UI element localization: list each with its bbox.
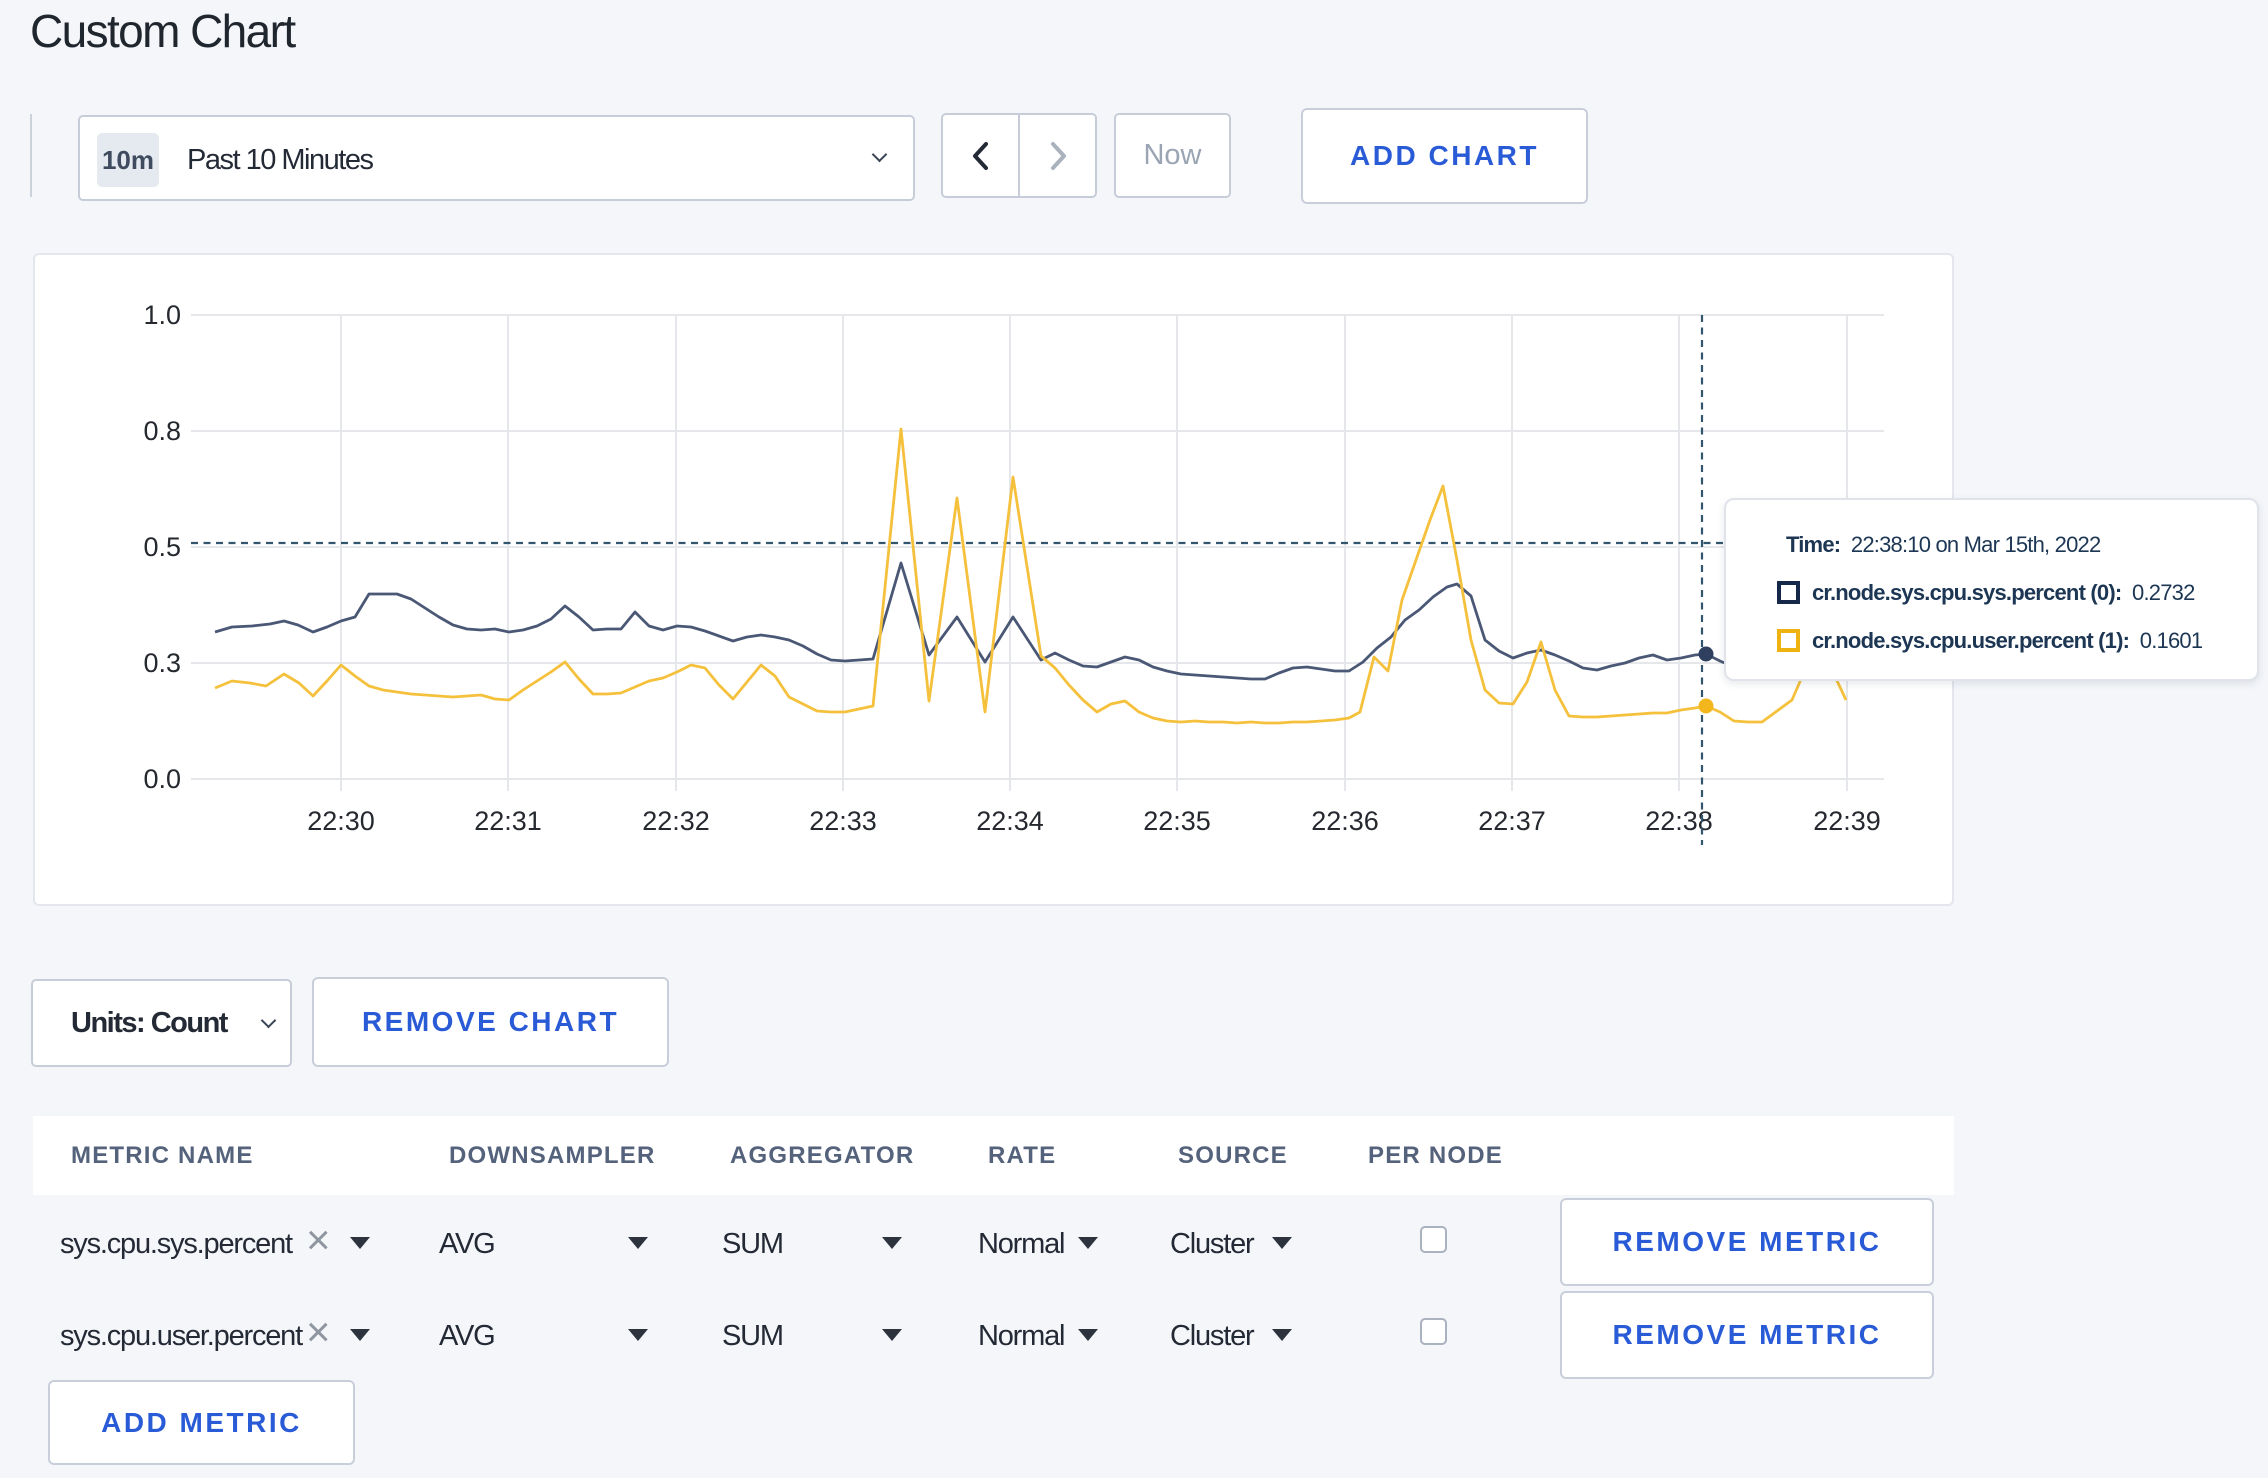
svg-text:1.0: 1.0 [143,300,181,330]
svg-text:0.5: 0.5 [143,532,181,562]
svg-text:22:35: 22:35 [1143,806,1211,836]
svg-text:22:33: 22:33 [809,806,877,836]
svg-text:22:34: 22:34 [976,806,1044,836]
svg-text:0.0: 0.0 [143,764,181,794]
svg-text:22:30: 22:30 [307,806,375,836]
svg-text:22:39: 22:39 [1813,806,1881,836]
svg-text:0.8: 0.8 [143,416,181,446]
svg-text:22:31: 22:31 [474,806,542,836]
svg-text:22:32: 22:32 [642,806,710,836]
svg-text:0.3: 0.3 [143,648,181,678]
svg-text:22:36: 22:36 [1311,806,1379,836]
svg-text:22:37: 22:37 [1478,806,1546,836]
